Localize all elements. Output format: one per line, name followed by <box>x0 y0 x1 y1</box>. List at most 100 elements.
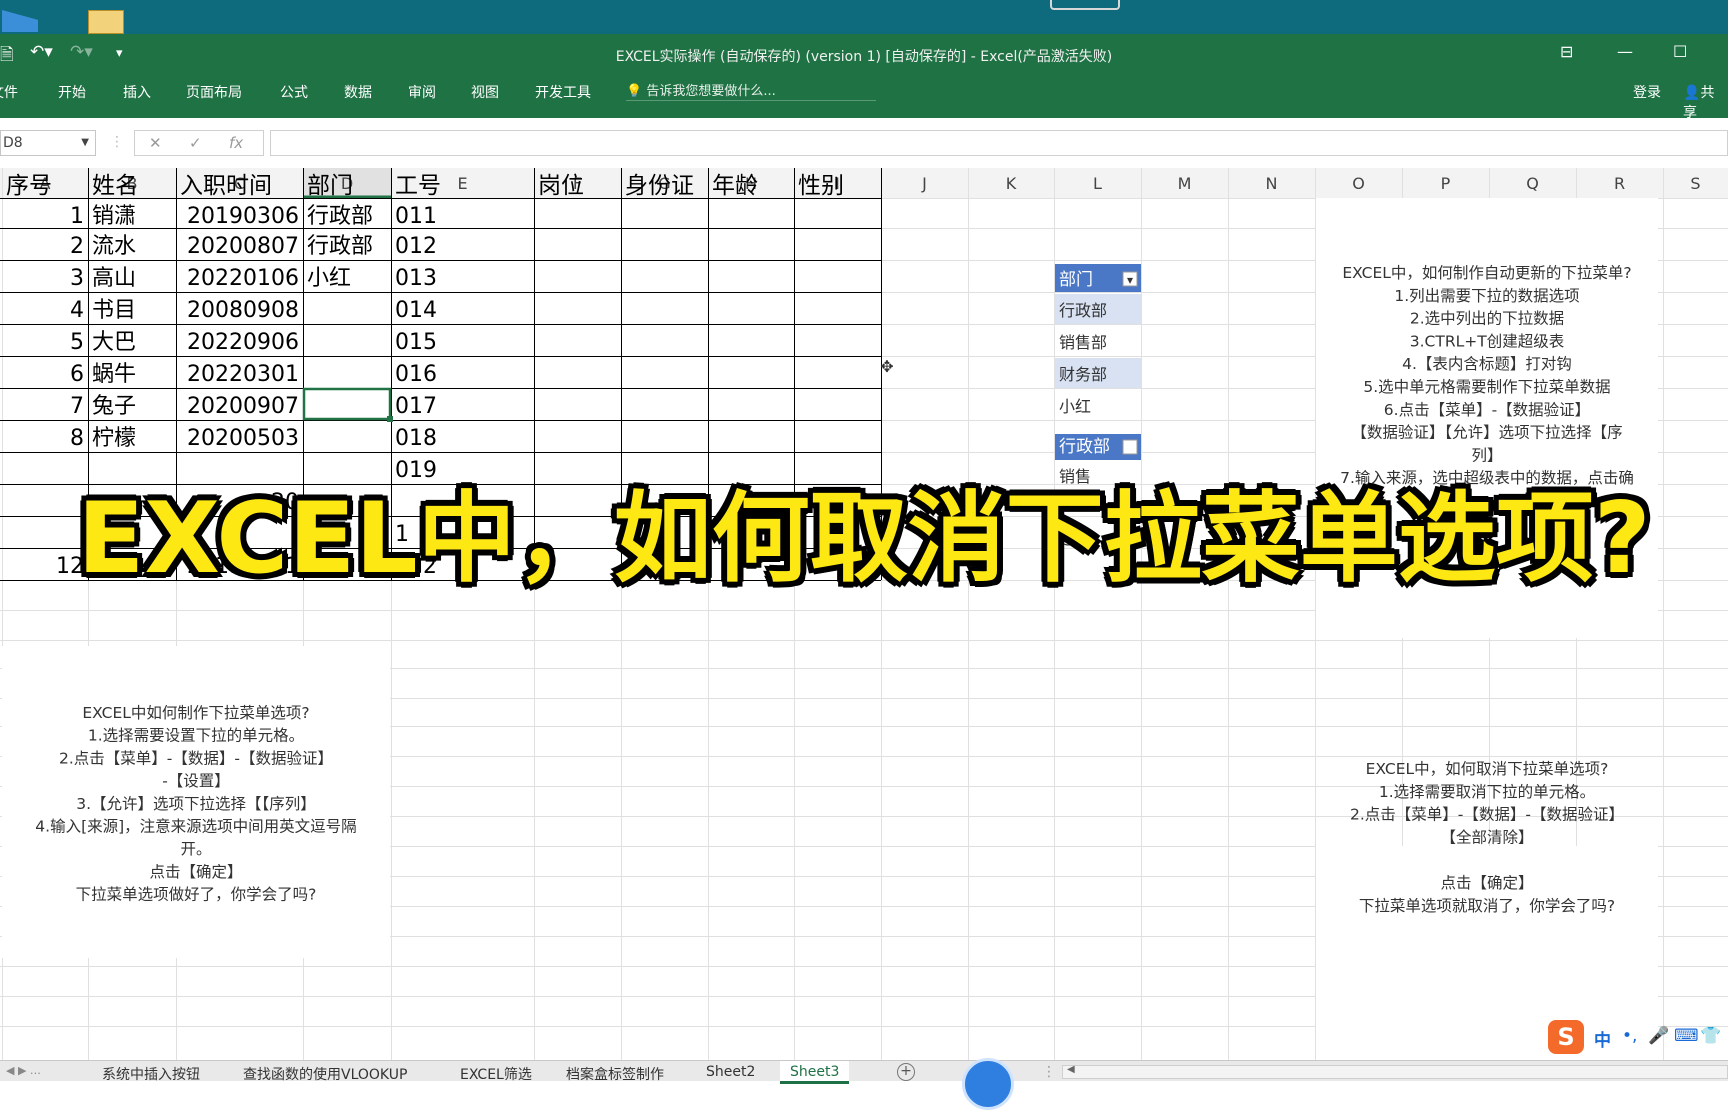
ime-language[interactable]: 中 <box>1594 1026 1611 1051</box>
filter-dropdown-icon[interactable] <box>1122 439 1138 455</box>
tell-me-search[interactable]: 💡 告诉我您想要做什么... <box>626 80 876 101</box>
top-right-note-line: 4.【表内含标题】打对钩 <box>1402 355 1572 373</box>
menu-home[interactable]: 开始 <box>58 82 86 102</box>
formula-input[interactable] <box>270 130 1728 156</box>
splitter-dots-icon[interactable]: ⋮ <box>110 134 124 150</box>
lightbulb-icon: 💡 <box>626 84 643 99</box>
table-cell-dept: 行政部 <box>307 234 373 259</box>
chevron-down-icon[interactable]: ▼ <box>81 131 89 155</box>
formula-bar-area: D8 ▼ ⋮ ✕ ✓ fx <box>0 118 1728 169</box>
horizontal-scrollbar[interactable]: ◀ <box>1062 1064 1728 1079</box>
microphone-icon[interactable]: 🎤 <box>1648 1026 1669 1046</box>
menu-file[interactable]: 文件 <box>0 82 18 102</box>
skin-icon[interactable]: 👕 <box>1700 1026 1721 1046</box>
top-right-note-line: 6.点击【菜单】-【数据验证】 <box>1384 401 1590 419</box>
table-cell-dept: 小红 <box>307 266 351 291</box>
selected-cell[interactable] <box>302 387 392 421</box>
table-cell-seq: 7 <box>70 394 84 419</box>
bottom-right-note-line: EXCEL中，如何取消下拉菜单选项? <box>1366 760 1609 778</box>
menu-insert[interactable]: 插入 <box>123 82 151 102</box>
tab-sheet3[interactable]: Sheet3 <box>780 1061 850 1084</box>
minimize-icon[interactable]: — <box>1617 42 1633 61</box>
tab-insert-button[interactable]: 系统中插入按钮 <box>102 1064 200 1084</box>
top-right-note-line: EXCEL中，如何制作自动更新的下拉菜单? <box>1342 264 1631 282</box>
left-note-line: EXCEL中如何制作下拉菜单选项? <box>82 704 309 722</box>
ribbon-display-icon[interactable]: ⊟ <box>1560 42 1573 61</box>
table-cell-date: 20220301 <box>187 362 299 387</box>
table-header-cell: 姓名 <box>92 173 138 199</box>
table-header-cell: 性别 <box>798 173 844 199</box>
dept-list-header: 部门 <box>1059 270 1093 290</box>
menu-view[interactable]: 视图 <box>471 82 499 102</box>
table-cell-name: 书目 <box>92 298 136 323</box>
left-note-line: 4.输入[来源]，注意来源选项中间用英文逗号隔 <box>35 817 356 836</box>
dept-list-item: 行政部 <box>1059 301 1107 320</box>
sogou-logo-icon[interactable]: S <box>1548 1020 1584 1054</box>
worksheet-grid[interactable]: A B C D E F G H I J K L M N O P Q R S 序号 姓名 入职时间 部门 工号 岗位 身份证 年龄 性别… <box>0 168 1728 1060</box>
menu-review[interactable]: 审阅 <box>408 82 436 102</box>
table-cell-name: 大巴 <box>92 330 136 355</box>
cancel-icon[interactable]: ✕ <box>149 134 162 152</box>
bottom-right-note-line: 1.选择需要取消下拉的单元格。 <box>1379 783 1595 801</box>
table-cell-seq: 5 <box>70 330 84 355</box>
add-sheet-icon[interactable]: + <box>897 1063 915 1081</box>
enter-check-icon[interactable]: ✓ <box>189 134 202 152</box>
maximize-icon[interactable]: ☐ <box>1673 42 1687 61</box>
ime-toolbar: S 中 •, 🎤 ⌨ 👕 <box>1548 1018 1728 1060</box>
tab-scroll-icon[interactable]: ◀ ▶ … <box>6 1064 41 1077</box>
table-cell-seq: 4 <box>70 298 84 323</box>
share-button[interactable]: 👤共享 <box>1683 82 1728 122</box>
menu-developer[interactable]: 开发工具 <box>535 82 591 102</box>
scroll-left-icon[interactable]: ◀ <box>1067 1064 1075 1075</box>
tab-archive-label[interactable]: 档案盒标签制作 <box>566 1064 664 1084</box>
tab-splitter-icon[interactable]: ⋮ <box>1042 1064 1056 1080</box>
dept-list-item: 财务部 <box>1059 365 1107 384</box>
table-cell-name: 流水 <box>92 234 136 259</box>
table-header-cell: 身份证 <box>625 173 694 199</box>
table-cell-id: 016 <box>395 362 437 387</box>
menu-page-layout[interactable]: 页面布局 <box>186 82 242 102</box>
tab-vlookup[interactable]: 查找函数的使用VLOOKUP <box>243 1064 407 1084</box>
column-header-K: K <box>1006 174 1017 193</box>
sheet-tabs-bar: ◀ ▶ … 系统中插入按钮 查找函数的使用VLOOKUP EXCEL筛选 档案盒… <box>0 1060 1728 1084</box>
desktop-folder-icon[interactable] <box>2 10 38 32</box>
keyboard-icon[interactable]: ⌨ <box>1674 1026 1699 1046</box>
top-right-note-line: 列】 <box>1471 446 1502 464</box>
floating-record-button[interactable] <box>962 1058 1014 1110</box>
table-cell-seq: 2 <box>70 234 84 259</box>
drag-handle[interactable] <box>1050 0 1120 10</box>
table-cell-id: 013 <box>395 266 437 291</box>
table-cell-date: 20220106 <box>187 266 299 291</box>
column-header-S: S <box>1690 174 1700 193</box>
menu-data[interactable]: 数据 <box>344 82 372 102</box>
table-cell-name: 高山 <box>92 266 136 291</box>
table-header-cell: 工号 <box>395 173 441 199</box>
name-box[interactable]: D8 ▼ <box>0 130 96 156</box>
table-cell-id: 017 <box>395 394 437 419</box>
desktop-file-icon[interactable] <box>88 10 124 34</box>
tell-me-placeholder: 告诉我您想要做什么... <box>646 84 776 99</box>
window-title: EXCEL实际操作 (自动保存的) (version 1) [自动保存的] - … <box>615 49 1113 65</box>
tab-sheet2[interactable]: Sheet2 <box>706 1064 755 1080</box>
grid-canvas[interactable]: A B C D E F G H I J K L M N O P Q R S序号 姓名 入职时间 部门 工号 岗位 身份证 年龄 性别… <box>0 168 1728 1060</box>
left-note-line: -【设置】 <box>162 772 230 790</box>
table-cell-date: 20190306 <box>187 204 299 229</box>
menu-formulas[interactable]: 公式 <box>280 82 308 102</box>
bottom-right-note-line: 2.点击【菜单】-【数据】-【数据验证】 <box>1350 806 1624 824</box>
bottom-right-note-line: 【全部清除】 <box>1440 828 1533 846</box>
login-link[interactable]: 登录 <box>1633 82 1661 102</box>
table-cell-id: 018 <box>395 426 437 451</box>
overlay-title: EXCEL中，如何取消下拉菜单选项? <box>77 482 1651 596</box>
fill-handle[interactable] <box>387 416 393 422</box>
table-header-cell: 入职时间 <box>180 173 272 199</box>
top-right-note-line: 【数据验证】【允许】选项下拉选择【序 <box>1351 424 1622 442</box>
insert-function-icon[interactable]: fx <box>229 134 243 152</box>
left-note-line: 1.选择需要设置下拉的单元格。 <box>88 727 304 745</box>
desktop-taskbar-strip <box>0 0 1728 34</box>
tab-filter[interactable]: EXCEL筛选 <box>460 1064 532 1084</box>
table-cell-id: 015 <box>395 330 437 355</box>
ime-punctuation-icon[interactable]: •, <box>1622 1026 1637 1046</box>
table-cell-seq: 6 <box>70 362 84 387</box>
dept-list-item: 销售部 <box>1059 333 1107 352</box>
excel-ribbon: 🗎 ↶▾ ↷▾ ▾ EXCEL实际操作 (自动保存的) (version 1) … <box>0 34 1728 121</box>
